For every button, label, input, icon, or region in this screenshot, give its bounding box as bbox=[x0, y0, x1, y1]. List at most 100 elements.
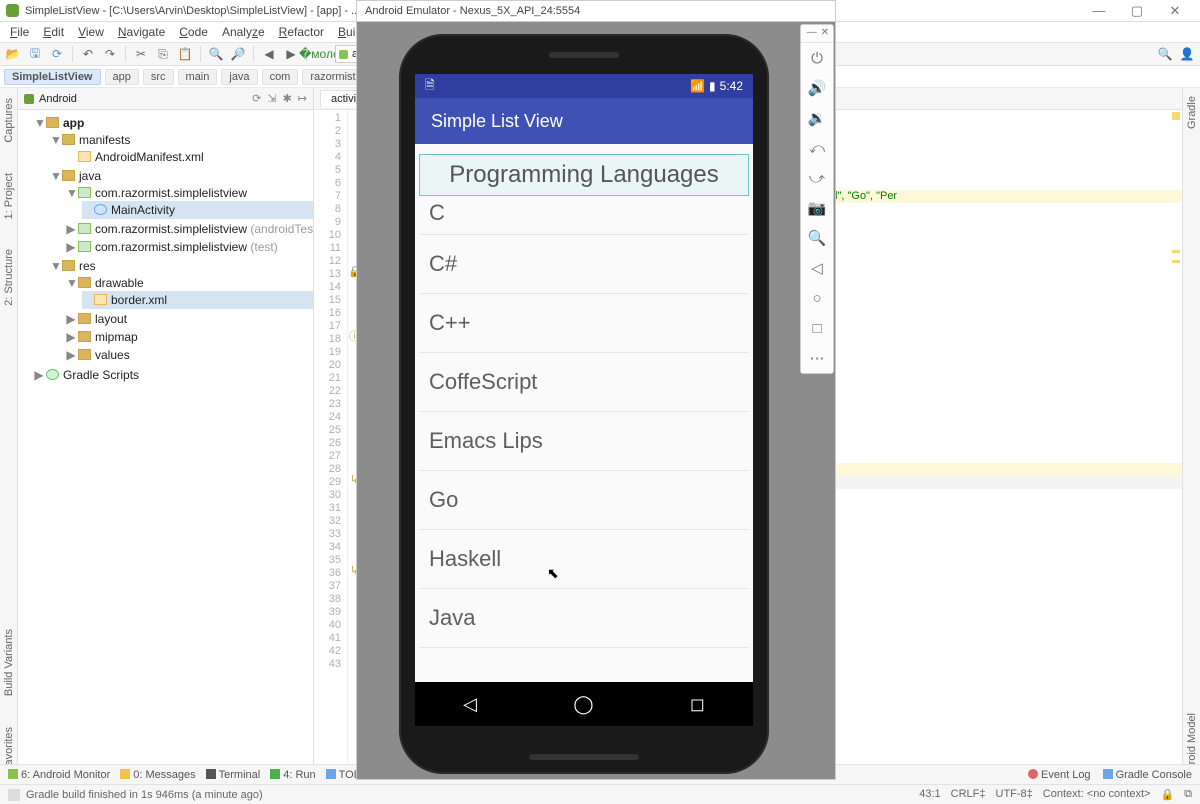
more-icon[interactable]: ⋯ bbox=[801, 343, 833, 373]
status-lock-icon[interactable]: 🔒 bbox=[1160, 788, 1174, 801]
crumb-main[interactable]: main bbox=[178, 69, 218, 85]
fwd-nav-icon[interactable]: ▶ bbox=[282, 45, 300, 63]
pp-sync-icon[interactable]: ⟳ bbox=[252, 92, 261, 105]
tree-androidmanifest[interactable]: AndroidManifest.xml bbox=[66, 148, 313, 166]
open-icon[interactable]: 📂 bbox=[4, 45, 22, 63]
nav-home-icon[interactable]: ◯ bbox=[573, 694, 593, 715]
list-item[interactable]: C++ bbox=[419, 294, 749, 353]
pp-hide-icon[interactable]: ↦ bbox=[298, 92, 307, 105]
redo-icon[interactable]: ↷ bbox=[101, 45, 119, 63]
replace-icon[interactable]: 🔎 bbox=[229, 45, 247, 63]
close-button[interactable]: ✕ bbox=[1156, 3, 1194, 19]
bottab-run[interactable]: 4: Run bbox=[270, 769, 315, 781]
list-item[interactable]: Java bbox=[419, 589, 749, 648]
right-tool-tabs: Gradle Android Model bbox=[1182, 88, 1200, 784]
emulator-toolbar: — ✕ ⏻ 🔊 🔉 ⤺ ⤻ 📷 🔍 ◁ ○ □ ⋯ bbox=[800, 24, 834, 374]
clock: 5:42 bbox=[720, 79, 743, 93]
avatar-icon[interactable]: 👤 bbox=[1178, 45, 1196, 63]
minimize-button[interactable]: — bbox=[1080, 3, 1118, 18]
maximize-button[interactable]: ▢ bbox=[1118, 3, 1156, 19]
list-header: Programming Languages bbox=[419, 154, 749, 196]
home-icon[interactable]: ○ bbox=[801, 283, 833, 313]
list-item[interactable]: CoffeScript bbox=[419, 353, 749, 412]
status-icon[interactable] bbox=[8, 789, 20, 801]
crumb-app[interactable]: app bbox=[105, 69, 139, 85]
crumb-project[interactable]: SimpleListView bbox=[4, 69, 101, 85]
file-icon: 🗎 bbox=[425, 76, 435, 97]
status-message: Gradle build finished in 1s 946ms (a min… bbox=[26, 789, 263, 801]
rotate-left-icon[interactable]: ⤺ bbox=[801, 133, 833, 163]
menu-refactor[interactable]: Refactor bbox=[273, 24, 330, 40]
tree-border-xml[interactable]: border.xml bbox=[82, 291, 313, 309]
menu-analyze[interactable]: Analyze bbox=[216, 24, 271, 40]
camera-icon[interactable]: 📷 bbox=[801, 193, 833, 223]
list-item[interactable]: Go bbox=[419, 471, 749, 530]
tooltab-gradle[interactable]: Gradle bbox=[1186, 96, 1198, 129]
emu-close-icon[interactable]: ✕ bbox=[821, 27, 829, 40]
tooltab-buildvariants[interactable]: Build Variants bbox=[3, 629, 15, 696]
menu-view[interactable]: View bbox=[72, 24, 110, 40]
overview-icon[interactable]: □ bbox=[801, 313, 833, 343]
crumb-src[interactable]: src bbox=[143, 69, 174, 85]
signal-icon: 📶 bbox=[690, 79, 705, 93]
android-view-icon bbox=[24, 94, 34, 104]
back-icon[interactable]: ◁ bbox=[801, 253, 833, 283]
undo-icon[interactable]: ↶ bbox=[79, 45, 97, 63]
list-item[interactable]: Emacs Lips bbox=[419, 412, 749, 471]
status-lineend[interactable]: CRLF‡ bbox=[951, 788, 986, 801]
error-stripe[interactable] bbox=[1172, 110, 1180, 784]
nav-overview-icon[interactable]: ◻ bbox=[690, 694, 705, 715]
bottab-messages[interactable]: 0: Messages bbox=[120, 769, 195, 781]
nav-back-icon[interactable]: ◁ bbox=[463, 694, 477, 715]
bottab-eventlog[interactable]: Event Log bbox=[1028, 769, 1091, 781]
app-bar: Simple List View bbox=[415, 98, 753, 144]
make-icon[interactable]: �молот bbox=[313, 45, 331, 63]
crumb-razormist[interactable]: razormist bbox=[302, 69, 363, 85]
project-pane-header: Android ⟳ ⇲ ✱ ↦ bbox=[18, 88, 313, 110]
power-icon[interactable]: ⏻ bbox=[801, 43, 833, 73]
status-mem-icon[interactable]: ⧉ bbox=[1184, 788, 1192, 801]
list-item[interactable]: C# bbox=[419, 235, 749, 294]
status-encoding[interactable]: UTF-8‡ bbox=[996, 788, 1033, 801]
list-item[interactable]: C bbox=[419, 200, 749, 235]
tree-mainactivity[interactable]: MainActivity bbox=[82, 201, 313, 219]
line-numbers: 1 2 3 4 5 6 7 8 9 10 11 12 13 14 15 16 1… bbox=[314, 110, 348, 784]
zoom-icon[interactable]: 🔍 bbox=[801, 223, 833, 253]
emulator-window: Android Emulator - Nexus_5X_API_24:5554 … bbox=[356, 0, 836, 780]
emulator-titlebar[interactable]: Android Emulator - Nexus_5X_API_24:5554 bbox=[356, 0, 836, 22]
bottab-terminal[interactable]: Terminal bbox=[206, 769, 261, 781]
find-icon[interactable]: 🔍 bbox=[207, 45, 225, 63]
cut-icon[interactable]: ✂ bbox=[132, 45, 150, 63]
app-title: Simple List View bbox=[431, 111, 563, 132]
menu-file[interactable]: File bbox=[4, 24, 35, 40]
project-view-mode[interactable]: Android bbox=[39, 93, 77, 105]
sync-icon[interactable]: ⟳ bbox=[48, 45, 66, 63]
volume-up-icon[interactable]: 🔊 bbox=[801, 73, 833, 103]
device-screen[interactable]: 🗎 📶 ▮ 5:42 Simple List View Programming … bbox=[415, 74, 753, 726]
battery-icon: ▮ bbox=[709, 79, 716, 93]
menu-code[interactable]: Code bbox=[173, 24, 214, 40]
bottab-monitor[interactable]: 6: Android Monitor bbox=[8, 769, 110, 781]
android-navbar: ◁ ◯ ◻ bbox=[415, 682, 753, 726]
copy-icon[interactable]: ⎘ bbox=[154, 45, 172, 63]
volume-down-icon[interactable]: 🔉 bbox=[801, 103, 833, 133]
bottab-gradleconsole[interactable]: Gradle Console bbox=[1103, 769, 1192, 781]
tooltab-project[interactable]: 1: Project bbox=[3, 173, 15, 219]
project-tree[interactable]: ▼app ▼manifests AndroidManifest.xml ▼jav… bbox=[18, 110, 313, 784]
pp-settings-icon[interactable]: ✱ bbox=[283, 92, 292, 105]
rotate-right-icon[interactable]: ⤻ bbox=[801, 163, 833, 193]
menu-edit[interactable]: Edit bbox=[37, 24, 70, 40]
tooltab-captures[interactable]: Captures bbox=[3, 98, 15, 143]
status-context[interactable]: Context: <no context> bbox=[1043, 788, 1151, 801]
paste-icon[interactable]: 📋 bbox=[176, 45, 194, 63]
crumb-com[interactable]: com bbox=[262, 69, 299, 85]
pp-collapse-icon[interactable]: ⇲ bbox=[267, 92, 276, 105]
emu-min-icon[interactable]: — bbox=[807, 27, 817, 40]
save-icon[interactable]: 🖫 bbox=[26, 45, 44, 63]
search-everywhere-icon[interactable]: 🔍 bbox=[1156, 45, 1174, 63]
list-item[interactable]: Haskell bbox=[419, 530, 749, 589]
crumb-java[interactable]: java bbox=[221, 69, 257, 85]
menu-navigate[interactable]: Navigate bbox=[112, 24, 171, 40]
back-nav-icon[interactable]: ◀ bbox=[260, 45, 278, 63]
tooltab-structure[interactable]: 2: Structure bbox=[3, 249, 15, 306]
